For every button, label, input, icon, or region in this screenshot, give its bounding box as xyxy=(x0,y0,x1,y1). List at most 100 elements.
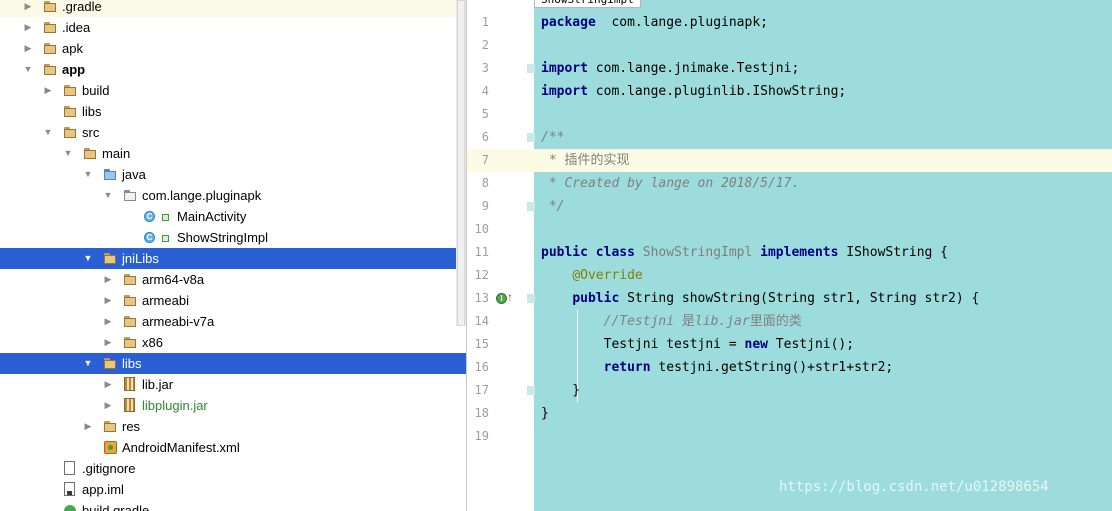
manifest-icon xyxy=(104,441,117,454)
code-line[interactable]: * Created by lange on 2018/5/17. xyxy=(541,172,799,195)
resource-folder-icon xyxy=(104,420,118,433)
expanded-arrow-icon[interactable]: ▼ xyxy=(62,143,74,164)
folder-icon xyxy=(124,336,138,349)
tree-node-androidmanifest-xml[interactable]: AndroidManifest.xml xyxy=(0,437,466,458)
code-token: implements xyxy=(760,245,839,260)
code-line[interactable]: Testjni testjni = new Testjni(); xyxy=(541,333,854,356)
tree-node-arm64-v8a[interactable]: ▶ arm64-v8a xyxy=(0,269,466,290)
code-token: 里面的类 xyxy=(749,314,802,329)
collapsed-arrow-icon[interactable]: ▶ xyxy=(102,332,114,353)
fold-marker-icon[interactable] xyxy=(527,133,535,142)
expanded-arrow-icon[interactable]: ▼ xyxy=(42,122,54,143)
tree-node-main[interactable]: ▼ main xyxy=(0,143,466,164)
collapsed-arrow-icon[interactable]: ▶ xyxy=(42,80,54,101)
expanded-arrow-icon[interactable]: ▼ xyxy=(102,185,114,206)
expanded-arrow-icon[interactable]: ▼ xyxy=(22,59,34,80)
code-line[interactable]: } xyxy=(541,402,549,425)
code-token: com.lange.jnimake.Testjni; xyxy=(587,61,800,76)
collapsed-arrow-icon[interactable]: ▶ xyxy=(22,0,34,17)
text-file-icon xyxy=(64,461,75,475)
line-number: 17 xyxy=(474,383,489,397)
code-line[interactable]: //Testjni 是lib.jar里面的类 xyxy=(541,310,802,333)
jar-icon xyxy=(124,377,135,391)
tree-node-app-iml[interactable]: app.iml xyxy=(0,479,466,500)
collapsed-arrow-icon[interactable]: ▶ xyxy=(82,416,94,437)
collapsed-arrow-icon[interactable]: ▶ xyxy=(102,311,114,332)
line-number: 5 xyxy=(481,107,489,121)
class-icon: C xyxy=(144,232,155,243)
tree-node-idea[interactable]: ▶ .idea xyxy=(0,17,466,38)
scrollbar-thumb[interactable] xyxy=(457,0,465,326)
tree-node-mainactivity[interactable]: C MainActivity xyxy=(0,206,466,227)
code-line[interactable]: import com.lange.jnimake.Testjni; xyxy=(541,57,799,80)
fold-marker-icon[interactable] xyxy=(527,202,535,211)
editor-tab[interactable]: ShowStringImpl xyxy=(534,0,641,8)
tree-node-jnilibs[interactable]: ▼ jniLibs xyxy=(0,248,466,269)
tree-node-libs[interactable]: libs xyxy=(0,101,466,122)
code-line[interactable]: import com.lange.pluginlib.IShowString; xyxy=(541,80,846,103)
expanded-arrow-icon[interactable]: ▼ xyxy=(82,164,94,185)
collapsed-arrow-icon[interactable]: ▶ xyxy=(102,290,114,311)
collapsed-arrow-icon[interactable]: ▶ xyxy=(102,395,114,416)
tree-node-libs[interactable]: ▼ libs xyxy=(0,353,466,374)
tree-node-label: com.lange.pluginapk xyxy=(142,188,262,203)
code-line[interactable]: return testjni.getString()+str1+str2; xyxy=(541,356,894,379)
tree-node-res[interactable]: ▶ res xyxy=(0,416,466,437)
code-line[interactable]: public String showString(String str1, St… xyxy=(541,287,979,310)
tree-node-libplugin-jar[interactable]: ▶ libplugin.jar xyxy=(0,395,466,416)
lock-icon xyxy=(162,214,169,221)
tree-node-lib-jar[interactable]: ▶ lib.jar xyxy=(0,374,466,395)
tree-node-label: lib.jar xyxy=(142,377,174,392)
collapsed-arrow-icon[interactable]: ▶ xyxy=(102,374,114,395)
code-token: com.lange.pluginlib.IShowString; xyxy=(587,84,847,99)
code-token: * 插件的实现 xyxy=(541,153,630,168)
code-token: public xyxy=(572,291,620,306)
override-arrow-icon: ↑ xyxy=(507,290,513,304)
fold-marker-icon[interactable] xyxy=(527,386,535,395)
code-line[interactable]: @Override xyxy=(541,264,643,287)
tree-node-java[interactable]: ▼ java xyxy=(0,164,466,185)
expanded-arrow-icon[interactable]: ▼ xyxy=(82,248,94,269)
tree-node-build[interactable]: ▶ build xyxy=(0,80,466,101)
code-line[interactable]: /** xyxy=(541,126,564,149)
line-number: 3 xyxy=(481,61,489,75)
tree-node-com-lange-pluginapk[interactable]: ▼ com.lange.pluginapk xyxy=(0,185,466,206)
code-token: @Override xyxy=(572,268,643,283)
code-line[interactable]: */ xyxy=(541,195,565,218)
collapsed-arrow-icon[interactable]: ▶ xyxy=(22,17,34,38)
tree-node-gitignore[interactable]: .gitignore xyxy=(0,458,466,479)
tree-node-armeabi-v7a[interactable]: ▶ armeabi-v7a xyxy=(0,311,466,332)
line-number: 10 xyxy=(474,222,489,236)
collapsed-arrow-icon[interactable]: ▶ xyxy=(102,269,114,290)
code-line[interactable]: public class ShowStringImpl implements I… xyxy=(541,241,948,264)
override-gutter-icon[interactable]: I xyxy=(496,293,507,304)
tree-node-label: libplugin.jar xyxy=(142,398,208,413)
folder-icon xyxy=(44,42,58,55)
tree-node-label: .gitignore xyxy=(82,461,136,476)
tree-node-app[interactable]: ▼ app xyxy=(0,59,466,80)
line-number: 15 xyxy=(474,337,489,351)
code-line[interactable]: * 插件的实现 xyxy=(541,149,630,172)
tree-node-label: AndroidManifest.xml xyxy=(122,440,240,455)
tree-node-build-gradle[interactable]: build.gradle xyxy=(0,500,466,511)
fold-marker-icon[interactable] xyxy=(527,64,535,73)
code-editor[interactable]: 12345678910111213141516171819 ShowString… xyxy=(467,0,1112,511)
tree-node-src[interactable]: ▼ src xyxy=(0,122,466,143)
folder-icon xyxy=(44,21,58,34)
expanded-arrow-icon[interactable]: ▼ xyxy=(82,353,94,374)
tree-node-apk[interactable]: ▶ apk xyxy=(0,38,466,59)
line-number: 1 xyxy=(481,15,489,29)
tree-node-gradle[interactable]: ▶ .gradle xyxy=(0,0,466,17)
line-number: 7 xyxy=(481,153,489,167)
gradle-icon xyxy=(64,505,76,511)
tree-scrollbar[interactable] xyxy=(456,0,466,326)
code-token: */ xyxy=(541,199,565,214)
code-line[interactable]: package com.lange.pluginapk; xyxy=(541,11,768,34)
tree-node-armeabi[interactable]: ▶ armeabi xyxy=(0,290,466,311)
collapsed-arrow-icon[interactable]: ▶ xyxy=(22,38,34,59)
code-line[interactable]: } xyxy=(541,379,580,402)
tree-node-showstringimpl[interactable]: C ShowStringImpl xyxy=(0,227,466,248)
tree-node-x86[interactable]: ▶ x86 xyxy=(0,332,466,353)
module-dot xyxy=(48,69,52,73)
fold-marker-icon[interactable] xyxy=(527,294,535,303)
